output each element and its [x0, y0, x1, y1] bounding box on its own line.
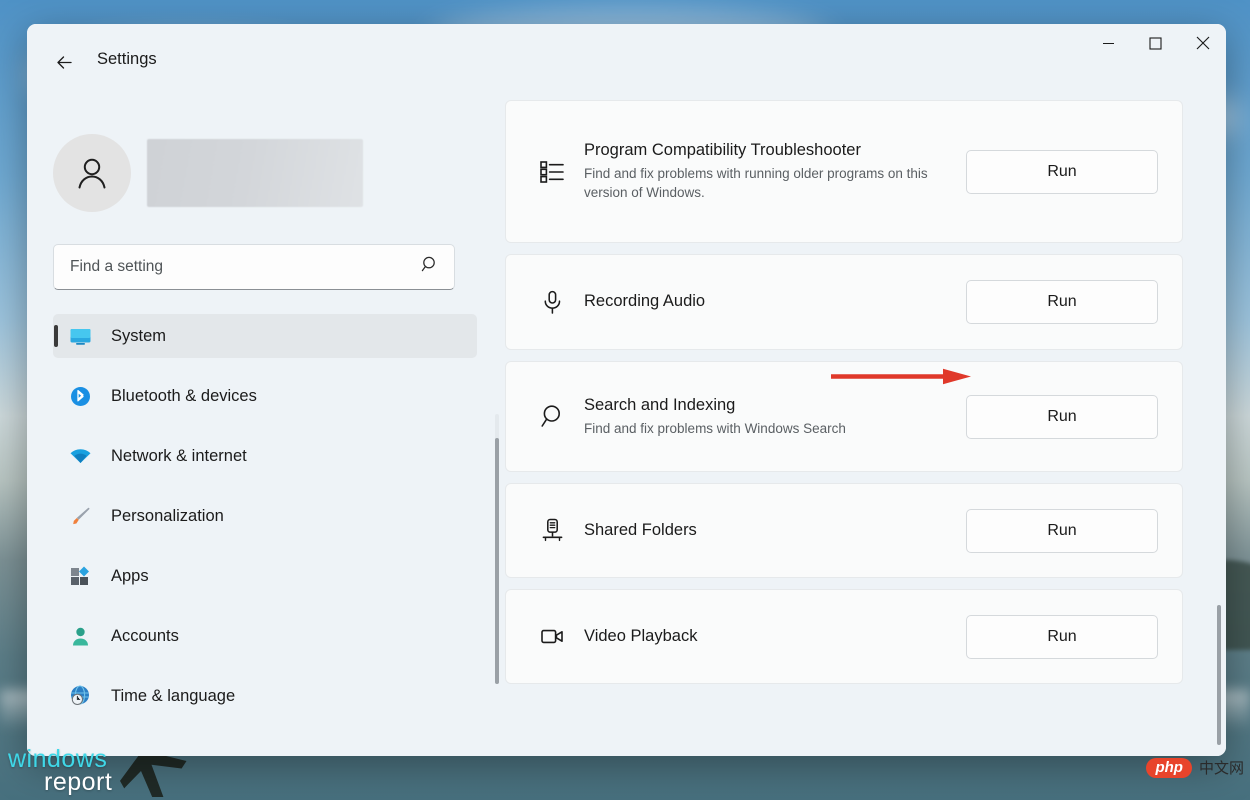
- server-share-icon: [534, 517, 570, 544]
- troubleshooter-title: Shared Folders: [584, 520, 954, 542]
- sidebar-item-bluetooth-devices[interactable]: Bluetooth & devices: [53, 374, 477, 418]
- search-icon: [421, 255, 440, 279]
- sidebar-item-label: Network & internet: [111, 447, 247, 466]
- sidebar-item-personalization[interactable]: Personalization: [53, 494, 477, 538]
- sidebar-item-apps[interactable]: Apps: [53, 554, 477, 598]
- paintbrush-icon: [65, 504, 95, 529]
- sidebar-item-accounts[interactable]: Accounts: [53, 614, 477, 658]
- bluetooth-icon: [65, 385, 95, 408]
- sidebar-item-time-language[interactable]: Time & language: [53, 674, 477, 718]
- sidebar: System Bluetooth & devices: [27, 100, 505, 756]
- monitor-icon: [65, 324, 95, 349]
- sidebar-item-label: System: [111, 327, 166, 346]
- run-button-shared-folders[interactable]: Run: [966, 509, 1158, 553]
- account-name-redacted: [147, 139, 363, 207]
- selection-indicator: [54, 325, 58, 347]
- apps-icon: [65, 564, 95, 588]
- settings-window: Settings: [27, 24, 1226, 756]
- wifi-icon: [65, 444, 95, 469]
- troubleshooter-row-recording-audio: Recording Audio Run: [505, 254, 1183, 350]
- main-scrollbar[interactable]: [1217, 270, 1221, 756]
- window-controls: [1085, 24, 1226, 62]
- troubleshooter-row-video-playback: Video Playback Run: [505, 589, 1183, 684]
- troubleshooter-text: Video Playback: [584, 626, 966, 648]
- account-row[interactable]: [53, 100, 505, 212]
- run-button-search-indexing[interactable]: Run: [966, 395, 1158, 439]
- title-bar: Settings: [27, 24, 1226, 100]
- search-magnifier-icon: [534, 403, 570, 430]
- troubleshooter-row-shared-folders: Shared Folders Run: [505, 483, 1183, 578]
- run-button-recording-audio[interactable]: Run: [966, 280, 1158, 324]
- sidebar-item-label: Apps: [111, 567, 149, 586]
- sidebar-scrollbar[interactable]: [495, 414, 499, 684]
- troubleshooter-text: Program Compatibility Troubleshooter Fin…: [584, 140, 966, 202]
- list-bullet-icon: [534, 158, 570, 185]
- sidebar-item-system[interactable]: System: [53, 314, 477, 358]
- troubleshooter-description: Find and fix problems with Windows Searc…: [584, 419, 884, 438]
- troubleshooters-list: Program Compatibility Troubleshooter Fin…: [505, 100, 1183, 695]
- sidebar-nav: System Bluetooth & devices: [53, 314, 477, 718]
- app-title: Settings: [97, 50, 157, 69]
- troubleshooter-title: Video Playback: [584, 626, 954, 648]
- close-button[interactable]: [1179, 24, 1226, 62]
- sidebar-scroll-thumb[interactable]: [495, 438, 499, 684]
- microphone-icon: [534, 289, 570, 316]
- maximize-button[interactable]: [1132, 24, 1179, 62]
- main-scroll-thumb[interactable]: [1217, 605, 1221, 745]
- troubleshooter-title: Recording Audio: [584, 291, 954, 313]
- window-body: System Bluetooth & devices: [27, 100, 1226, 756]
- sidebar-item-label: Bluetooth & devices: [111, 387, 257, 406]
- sidebar-item-label: Personalization: [111, 507, 224, 526]
- sidebar-item-label: Time & language: [111, 687, 235, 706]
- troubleshooter-title: Program Compatibility Troubleshooter: [584, 140, 954, 162]
- troubleshooter-description: Find and fix problems with running older…: [584, 164, 954, 202]
- run-button-program-compatibility[interactable]: Run: [966, 150, 1158, 194]
- run-button-video-playback[interactable]: Run: [966, 615, 1158, 659]
- main-content: ••• › Other troubleshooters: [505, 100, 1226, 756]
- troubleshooter-row-program-compatibility: Program Compatibility Troubleshooter Fin…: [505, 100, 1183, 243]
- minimize-button[interactable]: [1085, 24, 1132, 62]
- person-icon: [65, 625, 95, 648]
- troubleshooter-title: Search and Indexing: [584, 395, 954, 417]
- video-camera-icon: [534, 623, 570, 650]
- troubleshooter-text: Search and Indexing Find and fix problem…: [584, 395, 966, 438]
- user-avatar-icon: [53, 134, 131, 212]
- sidebar-item-label: Accounts: [111, 627, 179, 646]
- troubleshooter-text: Shared Folders: [584, 520, 966, 542]
- troubleshooter-text: Recording Audio: [584, 291, 966, 313]
- clock-globe-icon: [65, 684, 95, 708]
- back-arrow-icon[interactable]: [47, 45, 81, 79]
- troubleshooter-row-search-indexing: Search and Indexing Find and fix problem…: [505, 361, 1183, 472]
- search-box[interactable]: [53, 244, 455, 290]
- sidebar-item-network-internet[interactable]: Network & internet: [53, 434, 477, 478]
- search-input[interactable]: [70, 258, 421, 276]
